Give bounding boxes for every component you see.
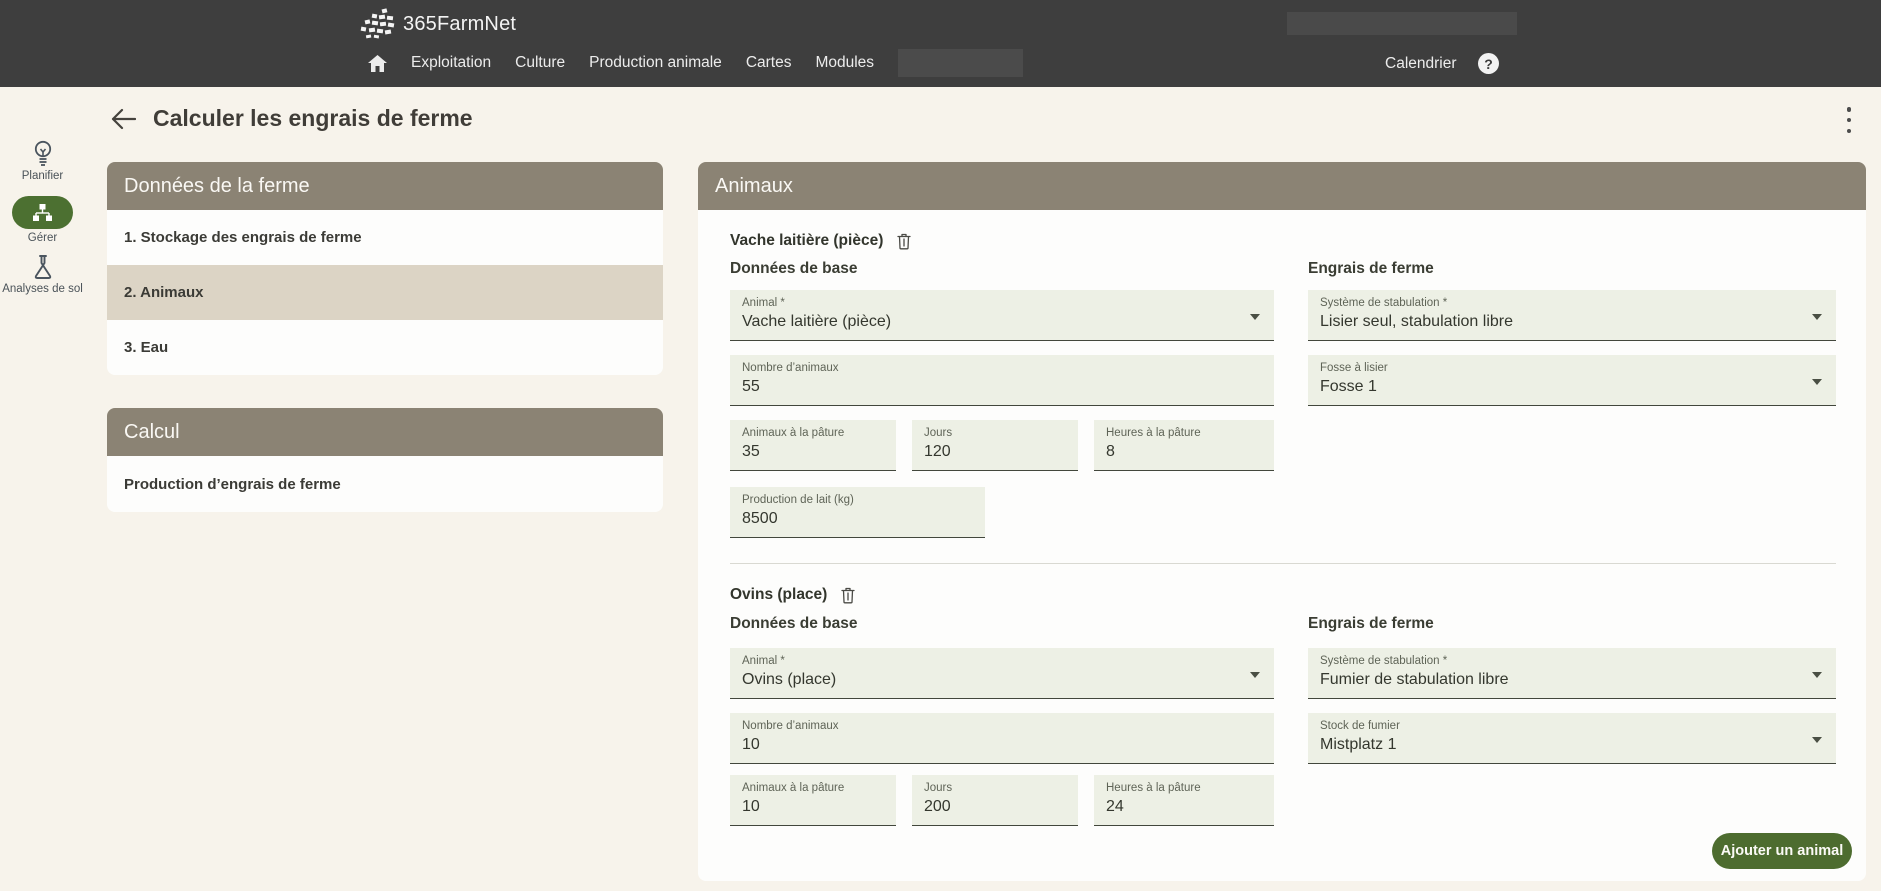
manure-storage-select[interactable]: Stock de fumier Mistplatz 1 [1308,713,1836,764]
365farmnet-logo-icon [358,8,400,40]
rail-label-planifier: Planifier [0,170,85,182]
animal-count-input[interactable]: Nombre d’animaux 55 [730,355,1274,406]
housing-system-select[interactable]: Système de stabulation * Fumier de stabu… [1308,648,1836,699]
topbar-search-box[interactable] [1287,12,1517,35]
main-nav: Exploitation Culture Production animale … [368,48,1023,78]
add-animal-button[interactable]: Ajouter un animal [1712,833,1852,869]
pasture-animals-input[interactable]: Animaux à la pâture 35 [730,420,896,471]
home-icon[interactable] [368,55,387,72]
chevron-down-icon [1812,379,1822,385]
nav-item-culture[interactable]: Culture [515,54,565,72]
back-arrow-icon[interactable] [110,108,136,130]
nav-item-cartes[interactable]: Cartes [746,54,792,72]
chevron-down-icon [1812,314,1822,320]
animals-panel-body: Vache laitière (pièce) Données de base E… [698,210,1866,881]
topbar: 365FarmNet Exploitation Culture Producti… [0,0,1881,87]
base-data-title: Données de base [730,260,858,278]
pasture-animals-input[interactable]: Animaux à la pâture 10 [730,775,896,826]
rail-label-gerer: Gérer [0,232,85,244]
rail-item-analyses-de-sol[interactable]: Analyses de sol [0,254,85,295]
chevron-down-icon [1250,314,1260,320]
lightbulb-icon [31,140,55,167]
manure-title: Engrais de ferme [1308,615,1434,633]
pasture-hours-input[interactable]: Heures à la pâture 8 [1094,420,1274,471]
nav-item-production-animale[interactable]: Production animale [589,54,722,72]
calcul-panel-header: Calcul [107,408,663,456]
pasture-hours-input[interactable]: Heures à la pâture 24 [1094,775,1274,826]
chevron-down-icon [1812,672,1822,678]
rail-item-planifier[interactable]: Planifier [0,140,85,182]
calcul-panel: Calcul Production d’engrais de ferme [107,408,663,512]
step-item-eau[interactable]: 3. Eau [107,320,663,375]
sitemap-icon [33,204,52,221]
milk-production-input[interactable]: Production de lait (kg) 8500 [730,487,985,538]
nav-item-modules[interactable]: Modules [815,54,874,72]
section-divider [730,563,1836,564]
animal-count-input[interactable]: Nombre d’animaux 10 [730,713,1274,764]
step-item-stockage[interactable]: 1. Stockage des engrais de ferme [107,210,663,265]
animal-select[interactable]: Animal * Vache laitière (pièce) [730,290,1274,341]
delete-animal-icon[interactable] [897,233,911,250]
housing-system-select[interactable]: Système de stabulation * Lisier seul, st… [1308,290,1836,341]
farm-data-panel-header: Données de la ferme [107,162,663,210]
animal-name: Ovins (place) [730,586,827,604]
farm-data-panel: Données de la ferme 1. Stockage des engr… [107,162,663,375]
step-item-animaux[interactable]: 2. Animaux [107,265,663,320]
active-pill [12,196,73,229]
left-rail: Planifier Gérer Analyses de sol [0,140,85,301]
slurry-pit-select[interactable]: Fosse à lisier Fosse 1 [1308,355,1836,406]
more-options-icon[interactable] [1843,107,1855,133]
flask-icon [31,254,55,280]
days-input[interactable]: Jours 200 [912,775,1078,826]
calcul-item-production[interactable]: Production d’engrais de ferme [107,456,663,512]
animals-panel-header: Animaux [698,162,1866,210]
animal-name: Vache laitière (pièce) [730,232,883,250]
chevron-down-icon [1812,737,1822,743]
logo[interactable]: 365FarmNet [358,8,516,40]
animal-section-heading: Ovins (place) [730,586,855,604]
animal-select[interactable]: Animal * Ovins (place) [730,648,1274,699]
rail-label-analyses-de-sol: Analyses de sol [0,283,85,295]
animal-section-heading: Vache laitière (pièce) [730,232,911,250]
help-icon[interactable]: ? [1478,53,1499,74]
nav-item-exploitation[interactable]: Exploitation [411,54,491,72]
base-data-title: Données de base [730,615,858,633]
logo-text: 365FarmNet [403,13,516,36]
days-input[interactable]: Jours 120 [912,420,1078,471]
nav-item-calendrier[interactable]: Calendrier [1385,55,1457,73]
nav-item-redacted[interactable] [898,49,1023,77]
page-title: Calculer les engrais de ferme [153,105,473,132]
rail-item-gerer[interactable]: Gérer [0,196,85,244]
chevron-down-icon [1250,672,1260,678]
delete-animal-icon[interactable] [841,587,855,604]
manure-title: Engrais de ferme [1308,260,1434,278]
